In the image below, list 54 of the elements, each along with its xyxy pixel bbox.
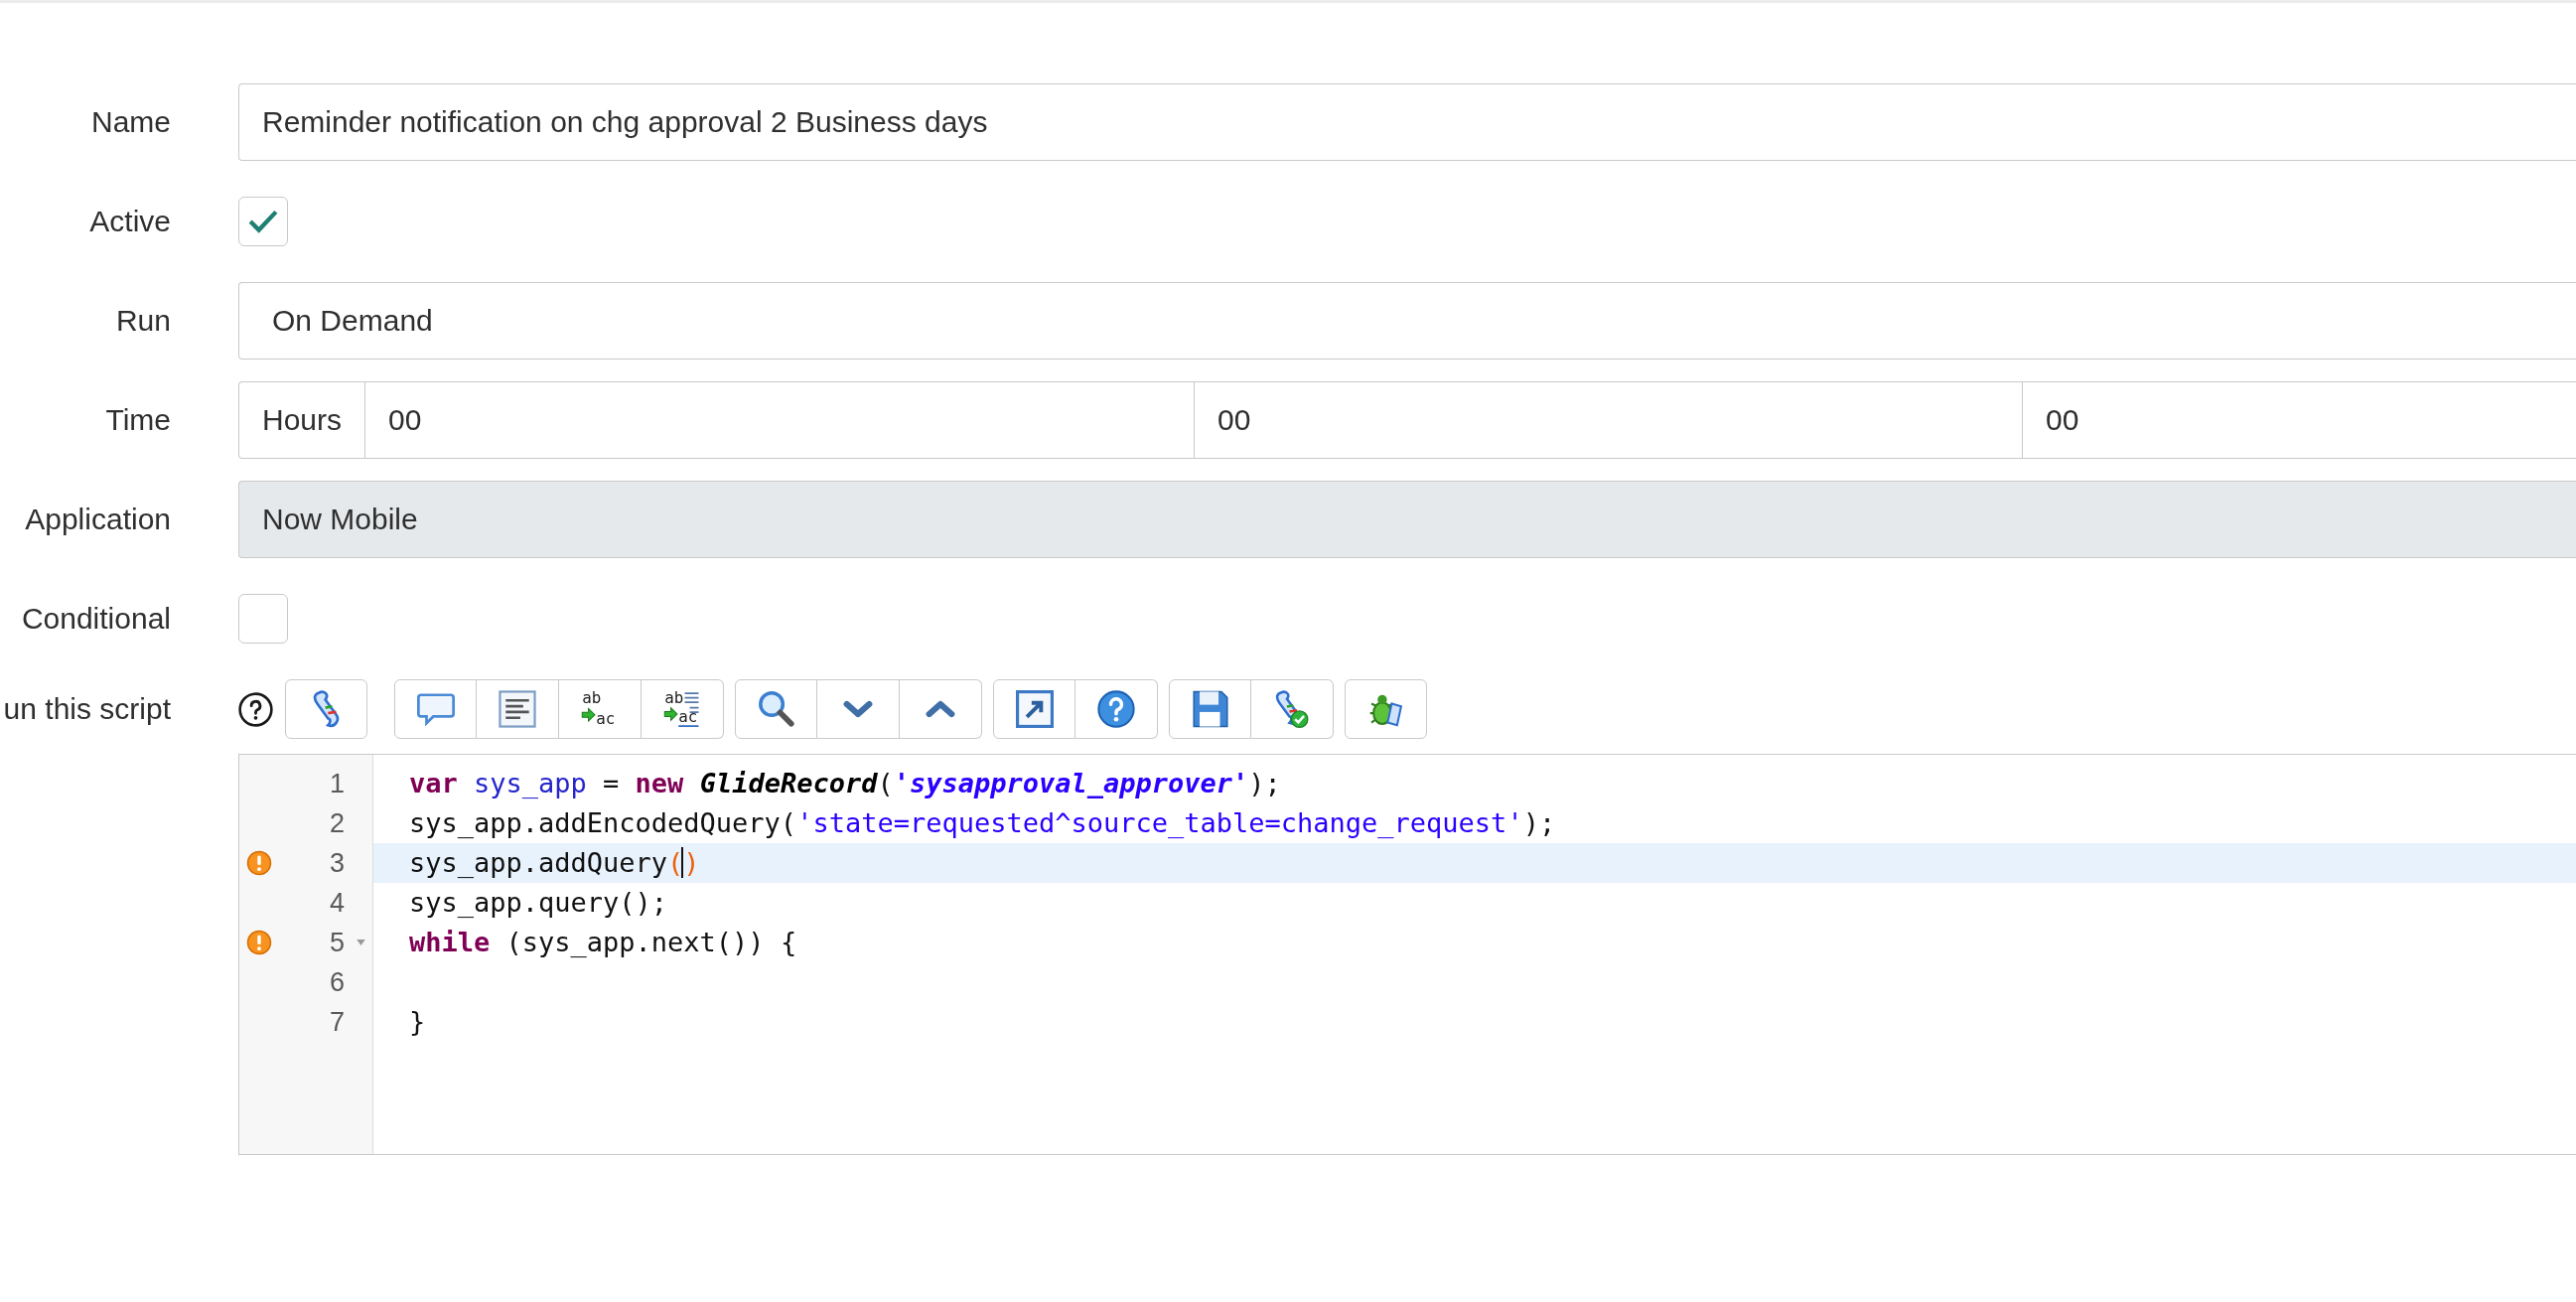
checkmark-icon <box>248 210 278 233</box>
help-button[interactable] <box>1075 679 1158 739</box>
scroll-check-icon <box>1273 690 1311 728</box>
line-number: 4 <box>329 887 345 918</box>
checkbox[interactable] <box>238 594 288 644</box>
field-label: Conditional <box>21 602 171 635</box>
find-next-button[interactable] <box>817 679 900 739</box>
line-number: 5 <box>329 927 345 957</box>
checkbox[interactable] <box>238 197 288 246</box>
comment-button[interactable] <box>394 679 477 739</box>
debug-button[interactable] <box>1345 679 1427 739</box>
field-label: Time <box>105 403 171 436</box>
input-addon: Hours <box>261 402 344 438</box>
syntax-check-button[interactable] <box>1251 679 1334 739</box>
search-button[interactable] <box>735 679 817 739</box>
line-number: 3 <box>329 847 345 878</box>
replace-button[interactable]: ab ac <box>559 679 642 739</box>
fold-arrow-icon[interactable] <box>356 940 365 945</box>
field-label: Run <box>115 304 171 337</box>
script-button[interactable] <box>285 679 367 739</box>
line-number: 1 <box>329 768 345 798</box>
chevron-up-icon <box>926 700 955 718</box>
format-button[interactable] <box>477 679 559 739</box>
code-line: sys_app.addQuery() <box>409 847 700 878</box>
speech-bubble-icon <box>416 690 455 728</box>
line-number: 6 <box>329 966 345 997</box>
input-field[interactable]: 00 <box>2022 382 2576 458</box>
code-line: while (sys_app.next()) { <box>409 927 797 957</box>
code-line: sys_app.query(); <box>409 887 668 918</box>
text-lines-icon <box>499 690 536 728</box>
input-field: Now Mobile <box>238 481 2576 558</box>
chevron-down-icon <box>843 700 873 718</box>
arrow-box-icon <box>1015 690 1054 728</box>
line-number: 7 <box>329 1006 345 1037</box>
field-label: un this script <box>3 692 171 725</box>
replace-all-button[interactable]: ab ac <box>642 679 724 739</box>
code-line: sys_app.addEncodedQuery('state=requested^source_table=change_request'); <box>409 807 1556 838</box>
input-field[interactable]: 00 <box>364 382 1194 458</box>
field-label: Application <box>25 503 171 535</box>
code-line: } <box>409 1006 426 1037</box>
field-label: Name <box>90 105 171 138</box>
help-icon <box>1097 690 1135 728</box>
input-field[interactable]: Reminder notification on chg approval 2 Business days <box>238 83 2576 161</box>
find-previous-button[interactable] <box>900 679 982 739</box>
help-icon[interactable] <box>238 691 273 727</box>
save-button[interactable] <box>1169 679 1251 739</box>
save-icon <box>1191 690 1229 728</box>
line-number: 2 <box>329 807 345 838</box>
search-icon <box>757 690 795 728</box>
field-label: Active <box>89 205 171 237</box>
fullscreen-button[interactable] <box>993 679 1075 739</box>
code-line: var sys_app = new GlideRecord('sysapproval_approver'); <box>409 768 1281 798</box>
select-field[interactable]: On Demand <box>238 282 2576 360</box>
input-field[interactable]: 00 <box>1194 382 2022 458</box>
